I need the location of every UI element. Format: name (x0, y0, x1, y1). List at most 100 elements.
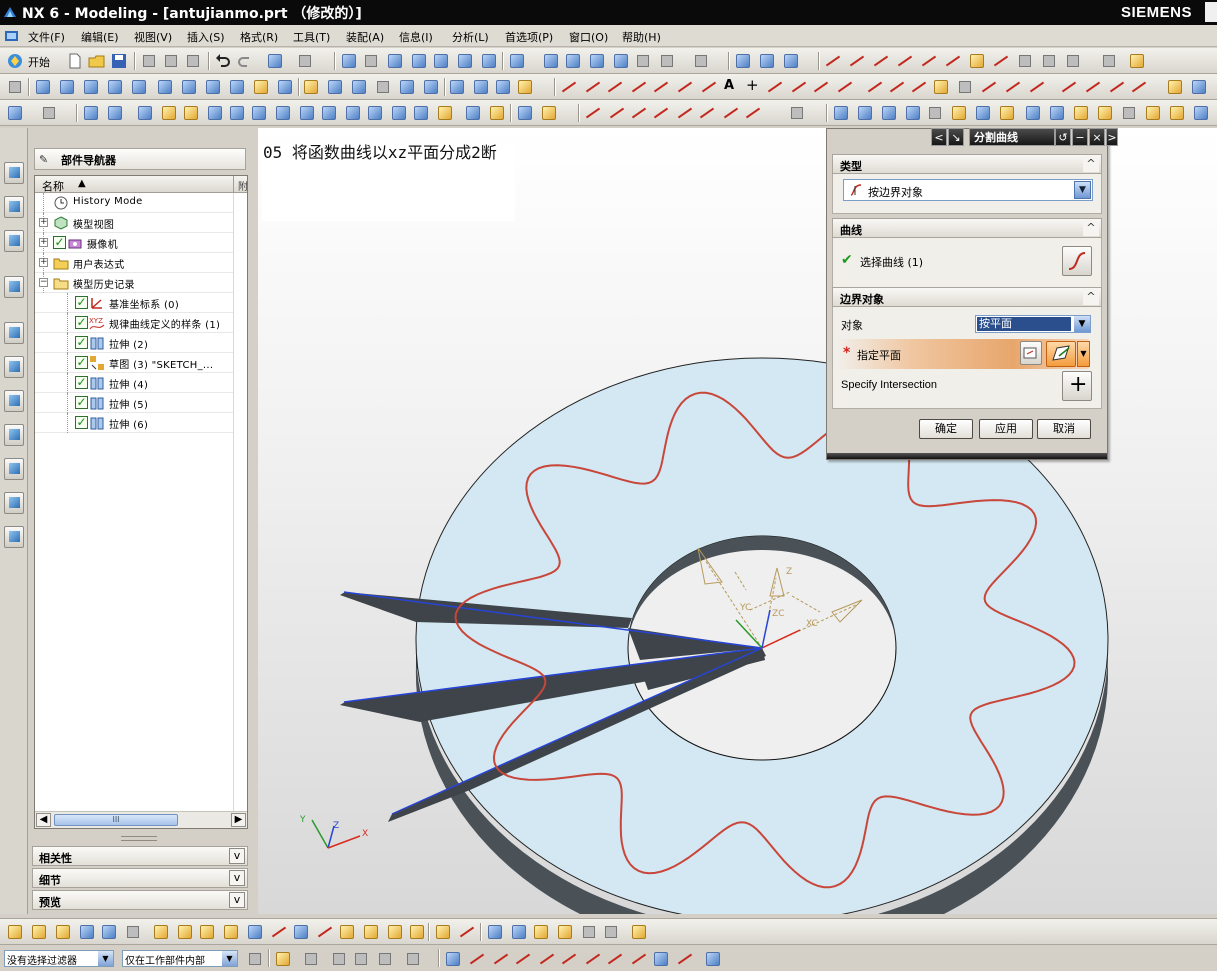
sb-icon-1[interactable] (246, 950, 264, 968)
feature-tb-icon-10[interactable] (276, 78, 294, 96)
tb3-icon-2[interactable] (40, 104, 58, 122)
law-curve-tb-icon[interactable] (980, 78, 998, 96)
scroll-thumb[interactable]: III (54, 814, 178, 826)
snap-sb-icon-5[interactable] (538, 950, 556, 968)
tb3-icon-22[interactable] (540, 104, 558, 122)
bt-icon-15[interactable] (338, 923, 356, 941)
feature-tb-icon-7[interactable] (204, 78, 222, 96)
sb-icon-5[interactable] (352, 950, 370, 968)
menu-insert[interactable]: 插入(S) (187, 29, 225, 45)
snap-sb-icon-1[interactable] (444, 950, 462, 968)
select-curve-label[interactable]: 选择曲线 (1) (860, 254, 923, 270)
menu-file[interactable]: 文件(F) (28, 29, 65, 45)
column-name-label[interactable]: 名称 (42, 178, 64, 194)
snap-sb-icon-12[interactable] (704, 950, 722, 968)
curve-tb-icon-12[interactable] (1108, 78, 1126, 96)
tree-row[interactable]: + 用户表达式 (35, 253, 233, 273)
tb3-icon-34[interactable] (880, 104, 898, 122)
feature-tb-icon-4[interactable] (130, 78, 148, 96)
snap-sb-icon-11[interactable] (676, 950, 694, 968)
roles-tab[interactable] (4, 458, 24, 480)
feature-tb-icon-6[interactable] (180, 78, 198, 96)
visibility-checkbox[interactable]: ✓ (75, 336, 88, 349)
snap-pole-icon[interactable] (992, 52, 1010, 70)
chevron-up-icon[interactable]: ^ (1083, 289, 1099, 305)
tree-horizontal-scrollbar[interactable]: ◀ III ▶ (35, 811, 247, 828)
menu-tools[interactable]: 工具(T) (293, 29, 330, 45)
curve-tb-icon-10[interactable] (1060, 78, 1078, 96)
feature-tb-icon-9[interactable] (252, 78, 270, 96)
zoom-in-icon[interactable] (410, 52, 428, 70)
tb3-icon-15[interactable] (366, 104, 384, 122)
revolve-tb-icon[interactable] (758, 52, 776, 70)
text-icon[interactable]: A (724, 78, 734, 93)
tb3-icon-13[interactable] (320, 104, 338, 122)
snap-sb-icon-4[interactable] (514, 950, 532, 968)
snap-sb-icon-2[interactable] (468, 950, 486, 968)
bt-icon-21[interactable] (486, 923, 504, 941)
system-scenes-tab[interactable] (4, 492, 24, 514)
bt-icon-17[interactable] (386, 923, 404, 941)
plane-dialog-button[interactable] (1020, 341, 1042, 365)
snap-face-icon[interactable] (1040, 52, 1058, 70)
bt-icon-8[interactable] (176, 923, 194, 941)
menu-preferences[interactable]: 首选项(P) (505, 29, 553, 45)
tb3-icon-25[interactable] (630, 104, 648, 122)
curve-tb-icon-4[interactable] (700, 78, 718, 96)
menu-help[interactable]: 帮助(H) (622, 29, 661, 45)
snap-midpoint-icon[interactable] (848, 52, 866, 70)
shaded-edges-icon[interactable] (542, 52, 560, 70)
bt-icon-24[interactable] (556, 923, 574, 941)
section-details[interactable]: 细节 v (32, 868, 248, 888)
extrude-tb-icon[interactable] (734, 52, 752, 70)
chevron-down-icon[interactable]: v (229, 892, 245, 908)
reuse-library-tab[interactable] (4, 276, 24, 298)
section-dependencies[interactable]: 相关性 v (32, 846, 248, 866)
start-button[interactable]: 开始 (28, 54, 50, 70)
curve-tb-icon-5[interactable] (888, 78, 906, 96)
bt-icon-14[interactable] (316, 923, 334, 941)
menu-info[interactable]: 信息(I) (399, 29, 433, 45)
curve-tb-icon-1[interactable] (606, 78, 624, 96)
bt-icon-4[interactable] (78, 923, 96, 941)
save-icon[interactable] (110, 52, 128, 70)
tb3-icon-42[interactable] (1072, 104, 1090, 122)
bt-icon-3[interactable] (54, 923, 72, 941)
tb3-icon-28[interactable] (698, 104, 716, 122)
tb3-icon-30[interactable] (744, 104, 762, 122)
background-icon[interactable] (658, 52, 676, 70)
ok-button[interactable]: 确定 (919, 419, 973, 439)
bt-icon-9[interactable] (198, 923, 216, 941)
snap-curve-icon[interactable] (1016, 52, 1034, 70)
dropdown-arrow-icon[interactable]: ▼ (1074, 316, 1090, 332)
tb3-icon-20[interactable] (488, 104, 506, 122)
visibility-checkbox[interactable]: ✓ (75, 296, 88, 309)
curve-tb-icon-14[interactable] (1166, 78, 1184, 96)
hidden-edges-icon[interactable] (564, 52, 582, 70)
snap-sb-icon-8[interactable] (606, 950, 624, 968)
bt-icon-26[interactable] (602, 923, 620, 941)
web-browser-tab[interactable] (4, 526, 24, 548)
bt-icon-11[interactable] (246, 923, 264, 941)
feature-tb-icon-3[interactable] (106, 78, 124, 96)
tb3-icon-8[interactable] (206, 104, 224, 122)
tb3-icon-10[interactable] (250, 104, 268, 122)
snap-sb-icon-9[interactable] (630, 950, 648, 968)
open-file-icon[interactable] (88, 52, 106, 70)
feature-tb-icon-13[interactable] (350, 78, 368, 96)
snap-icon[interactable] (782, 52, 800, 70)
tb3-icon-31[interactable] (788, 104, 806, 122)
feature-tb-icon-12[interactable] (326, 78, 344, 96)
curve-tb-icon-11[interactable] (1084, 78, 1102, 96)
tb3-icon-43[interactable] (1096, 104, 1114, 122)
block-icon[interactable] (448, 78, 466, 96)
tree-column-header[interactable]: 名称 ▲ 附 (35, 176, 247, 193)
visibility-checkbox[interactable]: ✓ (75, 396, 88, 409)
tree-row[interactable]: History Mode (35, 193, 233, 213)
tb3-icon-45[interactable] (1144, 104, 1162, 122)
visibility-checkbox[interactable]: ✓ (53, 236, 66, 249)
tb3-icon-41[interactable] (1048, 104, 1066, 122)
dropdown-arrow-icon[interactable]: ▼ (1074, 181, 1091, 199)
bt-icon-2[interactable] (30, 923, 48, 941)
curve-tb-icon-15[interactable] (1190, 78, 1208, 96)
